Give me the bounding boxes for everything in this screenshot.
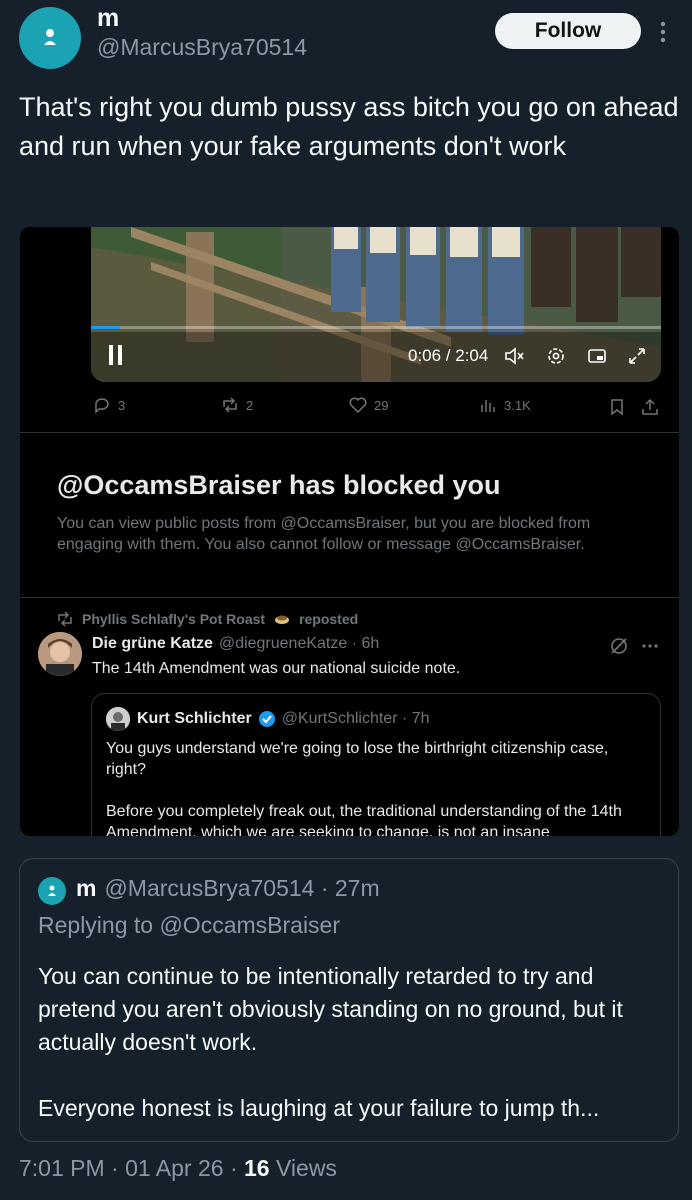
post-text: The 14th Amendment was our national suic… bbox=[92, 660, 461, 677]
reply-paragraph: Everyone honest is laughing at your fail… bbox=[38, 1095, 600, 1121]
video-time: 0:06 / 2:04 bbox=[408, 346, 489, 365]
follow-button[interactable]: Follow bbox=[495, 13, 641, 49]
display-name[interactable]: m bbox=[97, 4, 119, 33]
user-handle[interactable]: @MarcusBrya70514 bbox=[97, 34, 307, 61]
quoted-text: You guys understand we're going to lose … bbox=[106, 738, 646, 836]
video-progress-bar[interactable] bbox=[91, 326, 661, 329]
share-icon[interactable] bbox=[640, 397, 660, 417]
video-player[interactable]: 0:06 / 2:04 bbox=[91, 227, 661, 382]
reply-handle-time: @MarcusBrya70514 · 27m bbox=[104, 875, 380, 901]
quoted-author-name[interactable]: Kurt Schlichter bbox=[137, 710, 252, 728]
reply-display-name[interactable]: m bbox=[76, 875, 96, 902]
quoted-paragraph: You guys understand we're going to lose … bbox=[106, 740, 609, 778]
views-count: 3.1K bbox=[504, 397, 531, 413]
reply-avatar[interactable] bbox=[38, 877, 66, 905]
picture-in-picture-icon[interactable] bbox=[586, 345, 608, 367]
author-avatar[interactable] bbox=[38, 632, 82, 676]
pause-icon[interactable] bbox=[109, 345, 123, 365]
verified-badge-icon bbox=[258, 711, 275, 727]
default-user-icon bbox=[48, 885, 56, 896]
reply-header: m @MarcusBrya70514 · 27m bbox=[76, 875, 380, 902]
reposted-by[interactable]: Phyllis Schlafly's Pot Roast bbox=[82, 611, 265, 627]
reposted-suffix: reposted bbox=[299, 611, 359, 627]
pot-roast-emoji-icon bbox=[275, 615, 290, 624]
more-options-icon[interactable] bbox=[640, 639, 660, 653]
video-frame-image bbox=[91, 227, 661, 382]
mute-icon[interactable] bbox=[504, 345, 526, 367]
like-count: 29 bbox=[374, 397, 389, 413]
default-user-icon bbox=[44, 29, 56, 45]
tweet-text: That's right you dumb pussy ass bitch yo… bbox=[19, 92, 679, 161]
quoted-author-handle-time: @KurtSchlichter · 7h bbox=[281, 710, 430, 727]
repost-count: 2 bbox=[246, 397, 254, 413]
more-options-icon[interactable] bbox=[653, 18, 673, 46]
post-actions-bar: 3 2 29 3.1K bbox=[20, 395, 679, 423]
author-name[interactable]: Die grüne Katze bbox=[92, 635, 213, 653]
blocked-title: @OccamsBraiser has blocked you bbox=[57, 470, 501, 500]
settings-gear-icon[interactable] bbox=[545, 345, 567, 367]
replied-tweet-card[interactable]: m @MarcusBrya70514 · 27m Replying to @Oc… bbox=[19, 858, 679, 1142]
video-progress-fill bbox=[91, 326, 120, 329]
divider bbox=[20, 597, 679, 598]
quoted-author-photo bbox=[106, 707, 130, 731]
bookmark-icon[interactable] bbox=[607, 397, 627, 417]
replying-to[interactable]: Replying to @OccamsBraiser bbox=[38, 912, 340, 939]
like-action[interactable]: 29 bbox=[348, 395, 388, 415]
views-label: Views bbox=[269, 1155, 337, 1181]
author-photo bbox=[38, 632, 82, 676]
embedded-screenshot: 0:06 / 2:04 3 2 29 3.1K @OccamsBraiser h… bbox=[20, 227, 679, 836]
views-action[interactable]: 3.1K bbox=[478, 395, 531, 415]
heart-icon bbox=[349, 397, 367, 414]
reply-count: 3 bbox=[118, 397, 126, 413]
tweet-metadata: 7:01 PM · 01 Apr 26 · 16 Views bbox=[19, 1155, 337, 1182]
reply-icon bbox=[95, 398, 109, 414]
divider bbox=[20, 432, 679, 433]
reply-paragraph: You can continue to be intentionally ret… bbox=[38, 963, 623, 1055]
repost-icon bbox=[223, 397, 237, 413]
views-chart-icon bbox=[481, 400, 495, 412]
repost-action[interactable]: 2 bbox=[220, 395, 253, 415]
fullscreen-icon[interactable] bbox=[626, 345, 648, 367]
blocked-message: You can view public posts from @OccamsBr… bbox=[57, 515, 591, 553]
repost-indicator: Phyllis Schlafly's Pot Roast reposted bbox=[56, 611, 358, 627]
quoted-post[interactable]: Kurt Schlichter @KurtSchlichter · 7h You… bbox=[91, 693, 661, 836]
avatar[interactable] bbox=[19, 7, 81, 69]
views-count[interactable]: 16 bbox=[244, 1155, 270, 1181]
quoted-paragraph: Before you completely freak out, the tra… bbox=[106, 803, 622, 836]
quoted-author-row: Kurt Schlichter @KurtSchlichter · 7h bbox=[137, 710, 430, 728]
repost-icon bbox=[58, 611, 72, 627]
author-handle-time: @diegrueneKatze · 6h bbox=[218, 635, 380, 652]
reply-action[interactable]: 3 bbox=[92, 395, 125, 415]
quoted-author-avatar[interactable] bbox=[106, 707, 130, 731]
reply-text: You can continue to be intentionally ret… bbox=[38, 960, 668, 1158]
timestamp: 7:01 PM · 01 Apr 26 · bbox=[19, 1155, 245, 1181]
grok-icon[interactable] bbox=[608, 635, 630, 657]
post-author-row: Die grüne Katze @diegrueneKatze · 6h bbox=[92, 635, 379, 653]
